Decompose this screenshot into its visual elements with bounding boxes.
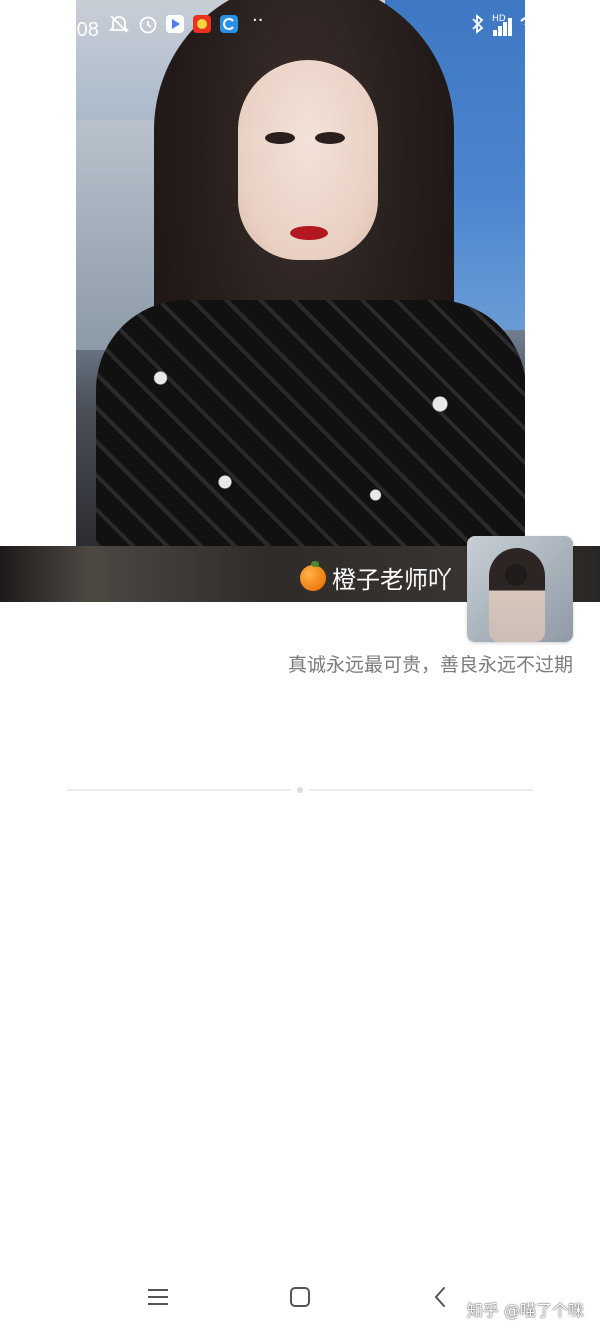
profile-name: 橙子老师吖 [332,566,452,594]
status-time: 下午2:08 [20,19,99,41]
section-divider [67,787,533,793]
profile-name-row: 橙子老师吖 [300,560,452,595]
video-app-icon [166,15,184,33]
back-triangle-icon [432,1285,448,1313]
signal-icon: HD [492,14,512,36]
chevron-left-icon [26,66,46,102]
menu-button[interactable] [138,1284,178,1314]
home-square-icon [289,1286,311,1312]
status-bar: 下午2:08 ·· HD 84 [0,0,600,50]
orange-icon [300,560,326,591]
back-button[interactable] [16,64,56,104]
wifi-icon [520,15,544,38]
mute-bell-icon [108,13,130,40]
home-button[interactable] [280,1284,320,1314]
watermark: 知乎 @喵了个咪 [466,1301,584,1320]
shop-app-icon [193,15,211,33]
profile-cover-photo[interactable] [76,0,525,546]
more-notifications-indicator: ·· [252,10,264,31]
avatar[interactable] [467,536,573,642]
nav-back-button[interactable] [420,1284,460,1314]
alarm-icon [137,13,159,40]
battery-icon: 84 [552,16,592,37]
browser-app-icon [220,15,238,33]
bluetooth-icon [471,14,485,39]
profile-bio: 真诚永远最可贵，善良永远不过期 [287,654,573,676]
profile-hero [0,0,600,602]
menu-icon [146,1287,170,1311]
